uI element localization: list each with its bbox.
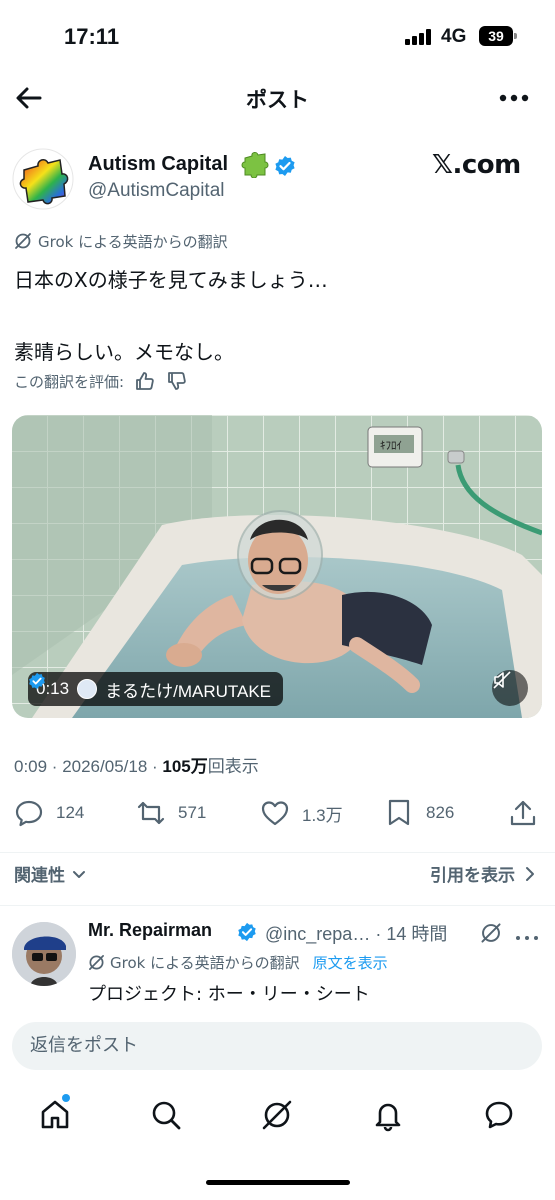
like-count: 1.3万 — [302, 805, 343, 825]
chevron-right-icon — [526, 866, 534, 881]
author-name[interactable]: Autism Capital — [88, 153, 228, 176]
thumbs-down-icon[interactable] — [166, 370, 188, 392]
creator-avatar — [77, 679, 98, 699]
search-icon[interactable] — [149, 1098, 183, 1132]
mute-icon[interactable] — [492, 670, 528, 706]
reply-icon — [15, 800, 43, 827]
home-icon[interactable] — [38, 1098, 72, 1132]
grok-icon[interactable] — [480, 922, 502, 944]
translation-label: Grok による英語からの翻訳 — [14, 230, 228, 252]
repost-count: 571 — [178, 803, 207, 822]
video-player[interactable]: ｷﾌﾛｲ 0:13 まるたけ/MARUTAKE — [12, 415, 542, 718]
video-timestamp: 0:13 まるたけ/MARUTAKE — [28, 672, 284, 706]
puzzle-emoji-icon — [241, 150, 269, 179]
grok-nav-icon[interactable] — [260, 1098, 294, 1132]
battery-icon: 39 — [479, 26, 517, 46]
post-timestamp: 0:09 · 2026/05/18 · — [14, 757, 163, 776]
reply-handle[interactable]: @inc_repa… · 14 時間 — [265, 920, 447, 946]
messages-icon[interactable] — [482, 1098, 516, 1132]
bottom-nav — [0, 1080, 555, 1152]
signal-icon — [405, 29, 435, 45]
video-creator[interactable]: まるたけ/MARUTAKE — [105, 677, 271, 702]
rate-label: この翻訳を評価: — [14, 372, 125, 391]
post-meta: 0:09 · 2026/05/18 · 105万回表示 — [14, 752, 259, 777]
reply-translation-text: Grok による英語からの翻訳 — [110, 954, 300, 972]
verified-icon — [274, 155, 296, 177]
rate-translation: この翻訳を評価: — [14, 370, 188, 392]
bookmark-icon — [388, 799, 410, 826]
more-icon[interactable] — [498, 88, 532, 108]
status-bar: 17:11 4G 39 — [0, 0, 555, 70]
bell-icon[interactable] — [371, 1098, 405, 1132]
divider — [0, 905, 555, 906]
sort-dropdown[interactable]: 関連性 — [14, 861, 87, 886]
bookmark-count: 826 — [426, 803, 455, 822]
author-handle[interactable]: @AutismCapital — [88, 180, 225, 202]
reply-button[interactable]: 124 — [14, 798, 84, 828]
repost-icon — [137, 801, 165, 825]
action-bar: 124 571 1.3万 826 — [0, 790, 555, 836]
verified-icon — [29, 672, 45, 690]
like-button[interactable]: 1.3万 — [260, 798, 343, 828]
sort-label: 関連性 — [14, 866, 65, 886]
status-time: 17:11 — [64, 24, 120, 49]
grok-icon — [89, 955, 104, 970]
tweet-text: 日本のXの様子を見てみましょう… 素晴らしい。メモなし。 — [14, 268, 328, 364]
translation-text: Grok による英語からの翻訳 — [38, 232, 228, 251]
reply-compose-input[interactable]: 返信をポスト — [12, 1022, 542, 1070]
share-button[interactable] — [508, 798, 538, 828]
view-label: 回表示 — [207, 757, 259, 776]
reply-sort-row: 関連性 引用を表示 — [0, 852, 555, 892]
grok-icon — [15, 233, 31, 249]
reply-avatar[interactable] — [12, 922, 76, 986]
reply-author-name[interactable]: Mr. Repairman — [88, 920, 212, 941]
bookmark-button[interactable]: 826 — [384, 798, 454, 828]
watermark-logo: 𝕏.com — [432, 150, 521, 180]
panel-display-text: ｷﾌﾛｲ — [380, 439, 402, 452]
page-header: ポスト — [0, 72, 555, 122]
home-notification-dot — [62, 1094, 70, 1102]
view-count: 105万 — [162, 757, 208, 776]
reply-text: プロジェクト: ホー・リー・シート — [88, 984, 370, 1005]
network-label: 4G — [441, 26, 467, 47]
view-quotes-label: 引用を表示 — [430, 866, 515, 886]
verified-icon — [237, 922, 257, 942]
home-indicator — [206, 1180, 350, 1185]
author-avatar[interactable] — [12, 148, 74, 210]
more-icon[interactable] — [515, 928, 539, 940]
like-icon — [261, 801, 289, 826]
repost-button[interactable]: 571 — [136, 798, 206, 828]
view-quotes-link[interactable]: 引用を表示 — [430, 861, 537, 886]
share-icon — [510, 800, 536, 826]
reply-count: 124 — [56, 803, 85, 822]
page-title: ポスト — [246, 88, 309, 112]
show-original-link[interactable]: 原文を表示 — [313, 952, 388, 973]
reply-translation-label: Grok による英語からの翻訳 原文を表示 — [88, 952, 388, 973]
chevron-down-icon — [73, 870, 85, 878]
thumbs-up-icon[interactable] — [134, 370, 156, 392]
